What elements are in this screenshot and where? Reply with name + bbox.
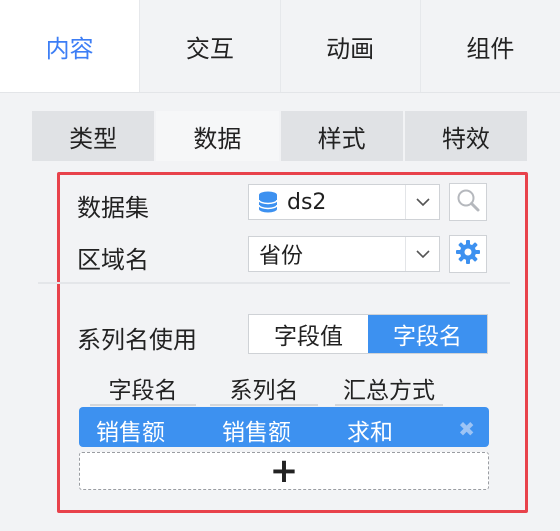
option-field-value[interactable]: 字段值 — [249, 315, 368, 353]
chevron-down-icon[interactable] — [405, 185, 439, 219]
subtab-data[interactable]: 数据 — [156, 111, 279, 161]
series-name-label: 系列名使用 — [77, 326, 197, 354]
sub-tab-bar: 类型 数据 样式 特效 — [32, 111, 527, 161]
series-name-toggle: 字段值 字段名 — [248, 314, 488, 354]
option-field-name[interactable]: 字段名 — [368, 315, 487, 353]
region-label: 区域名 — [77, 246, 149, 274]
subtab-type[interactable]: 类型 — [32, 111, 155, 161]
dataset-search-button[interactable] — [449, 183, 487, 221]
section-divider — [38, 282, 510, 284]
tab-interaction[interactable]: 交互 — [140, 0, 281, 92]
database-icon — [257, 190, 279, 214]
field-row[interactable]: 销售额 销售额 求和 ✖ — [79, 407, 489, 447]
region-select[interactable]: 省份 — [248, 236, 440, 272]
gear-icon — [455, 239, 481, 269]
plus-icon: + — [269, 451, 299, 491]
dataset-label: 数据集 — [77, 194, 149, 222]
region-value: 省份 — [259, 244, 304, 269]
subtab-effects[interactable]: 特效 — [404, 111, 527, 161]
region-settings-button[interactable] — [449, 235, 487, 273]
header-field-name: 字段名 — [90, 372, 196, 406]
search-icon — [455, 187, 481, 217]
header-summary-method: 汇总方式 — [335, 372, 443, 406]
field-name-cell: 销售额 — [96, 420, 165, 446]
dataset-value: ds2 — [287, 189, 327, 215]
subtab-style[interactable]: 样式 — [280, 111, 403, 161]
add-field-button[interactable]: + — [79, 452, 489, 490]
header-series-name: 系列名 — [210, 372, 318, 406]
tab-component[interactable]: 组件 — [421, 0, 560, 92]
summary-method-cell[interactable]: 求和 — [347, 413, 393, 447]
tab-content[interactable]: 内容 — [0, 0, 141, 92]
dataset-select[interactable]: ds2 — [248, 184, 440, 220]
series-name-cell: 销售额 — [222, 420, 291, 446]
close-icon[interactable]: ✖ — [458, 417, 475, 441]
top-tab-bar: 内容 交互 动画 组件 — [0, 0, 560, 93]
tab-animation[interactable]: 动画 — [281, 0, 421, 92]
chevron-down-icon[interactable] — [405, 237, 439, 271]
